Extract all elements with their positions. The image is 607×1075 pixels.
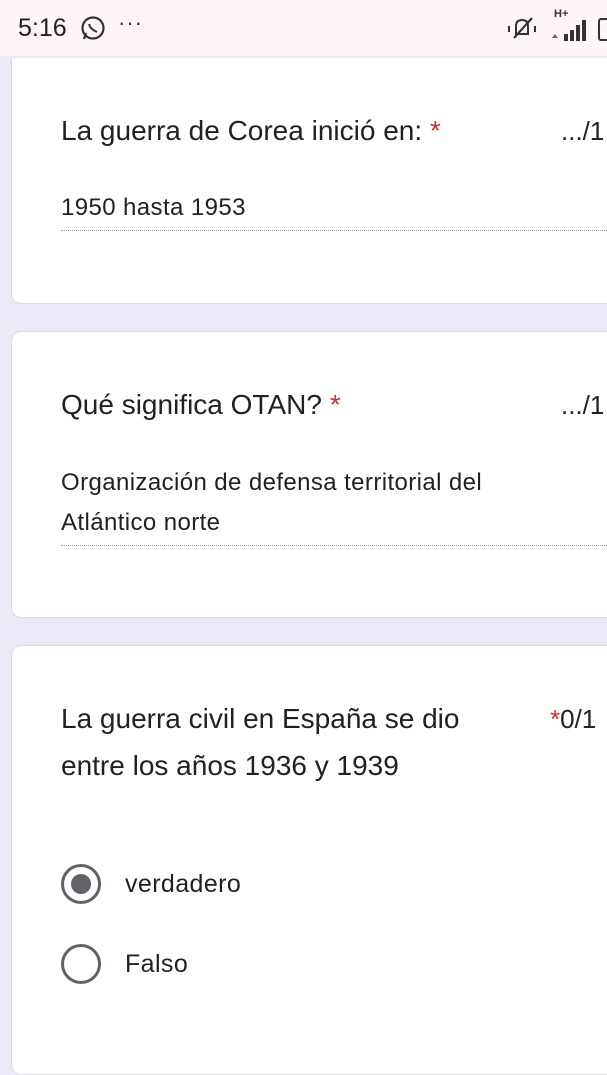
question-card-2: Qué significa OTAN? * .../1 Organización… <box>11 331 607 618</box>
question-score: .../1 <box>561 116 605 146</box>
answer-underline <box>61 230 607 231</box>
notification-overflow-icon: ··· <box>118 10 143 35</box>
question-title: La guerra de Corea inició en: * <box>61 115 441 146</box>
status-time: 5:16 <box>18 14 67 42</box>
option-verdadero[interactable]: verdadero <box>61 864 241 904</box>
answer-text-line-2: Atlántico norte <box>61 509 221 536</box>
required-mark: * <box>429 115 441 146</box>
network-type: H+ <box>554 8 569 20</box>
option-falso[interactable]: Falso <box>61 944 188 984</box>
question-card-1: La guerra de Corea inició en: * .../1 19… <box>11 58 607 304</box>
battery-icon <box>598 18 607 41</box>
required-mark: * <box>329 389 341 420</box>
question-score: .../1 <box>561 390 605 420</box>
answer-text: 1950 hasta 1953 <box>61 194 246 221</box>
radio-checked-icon[interactable] <box>61 864 101 904</box>
answer-text-line-1: Organización de defensa territorial del <box>61 469 483 496</box>
question-title: Qué significa OTAN? * <box>61 389 341 420</box>
radio-unchecked-icon[interactable] <box>61 944 101 984</box>
signal-icon <box>552 20 586 41</box>
answer-underline <box>61 545 607 546</box>
question-title-line-2: entre los años 1936 y 1939 <box>61 750 399 781</box>
status-bar: 5:16 ··· H+ <box>0 0 607 56</box>
option-label: Falso <box>125 949 189 978</box>
mute-icon <box>508 17 536 39</box>
question-score: *0/1 <box>550 704 597 734</box>
question-card-3: La guerra civil en España se dio entre l… <box>11 645 607 1075</box>
whatsapp-icon <box>81 16 105 40</box>
option-label: verdadero <box>125 869 242 898</box>
required-mark: * <box>550 704 561 734</box>
question-title-line-1: La guerra civil en España se dio <box>61 703 460 734</box>
